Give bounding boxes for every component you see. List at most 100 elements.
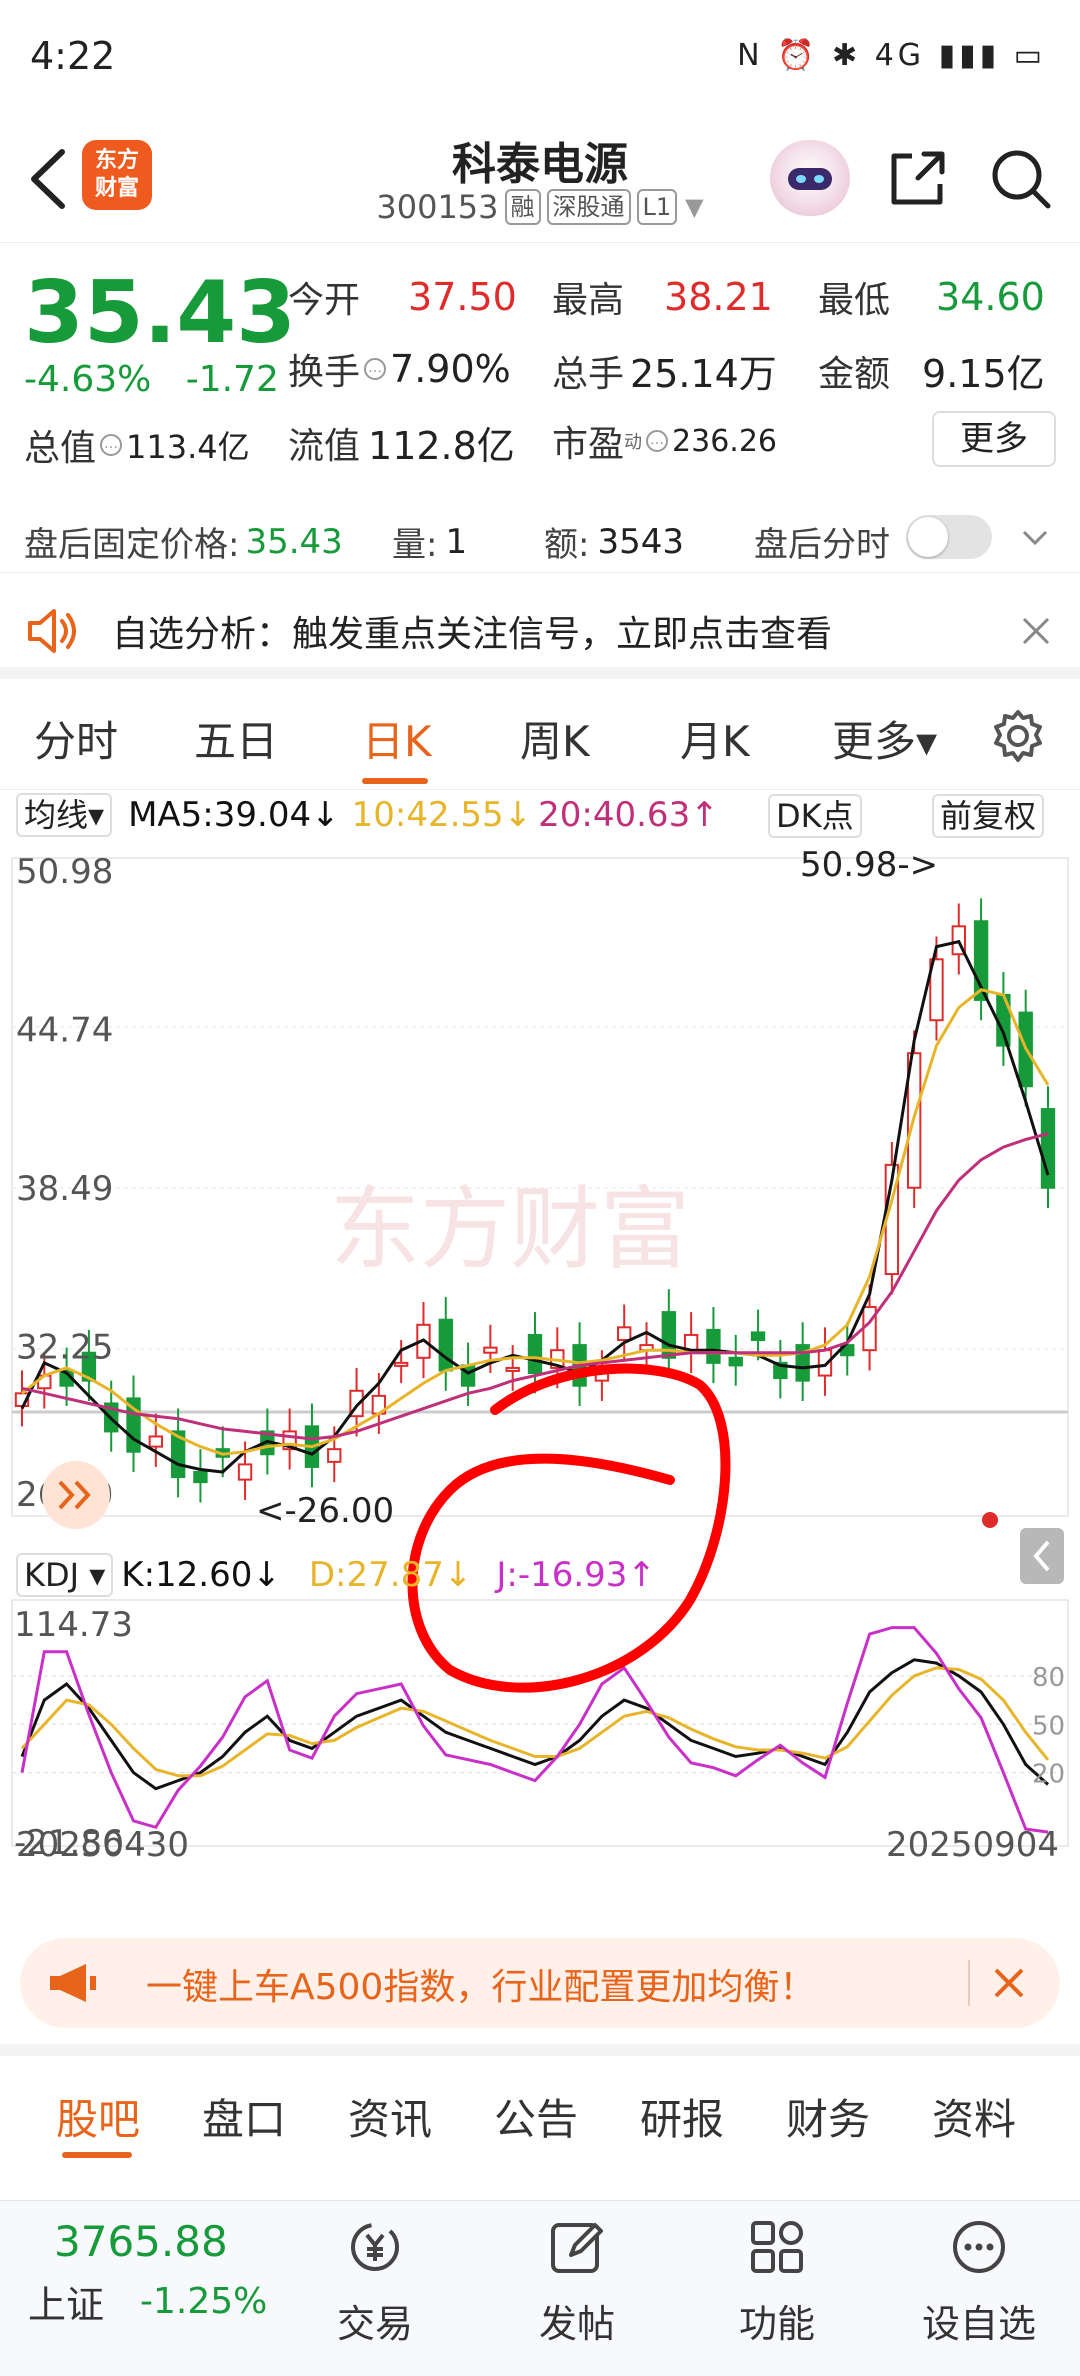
close-icon[interactable] <box>1018 613 1054 649</box>
kdj-j-line <box>20 1626 1049 1834</box>
more-stats-button[interactable]: 更多 <box>932 411 1056 467</box>
megaphone-icon <box>50 1964 96 2002</box>
tab-forum[interactable]: 股吧 <box>56 2086 140 2147</box>
divider <box>968 1960 970 2006</box>
volume-label: 总手 <box>552 353 625 395</box>
tab-weekly-k[interactable]: 周K <box>520 708 590 769</box>
open-label: 今开 <box>288 280 361 321</box>
high-value: 38.21 <box>664 275 773 319</box>
tab-monthly-k[interactable]: 月K <box>680 708 750 769</box>
max-price-label: 50.98-> <box>800 845 938 885</box>
stock-code: 300153 <box>376 188 499 226</box>
gear-icon[interactable] <box>990 708 1046 764</box>
tab-intraday[interactable]: 分时 <box>34 708 118 769</box>
price-axis-tick: 44.74 <box>16 1011 113 1051</box>
after-hours-amt-label: 额: <box>544 525 590 565</box>
pe-value: 236.26 <box>672 423 777 459</box>
share-icon[interactable] <box>882 144 952 214</box>
signal-banner[interactable]: 自选分析：触发重点关注信号，立即点击查看 <box>0 583 1080 679</box>
candle-body <box>527 1333 543 1375</box>
level-tag: L1 <box>636 189 678 225</box>
candle-body <box>617 1326 632 1342</box>
kdj-panel-border <box>11 1599 1069 1847</box>
tab-financials[interactable]: 财务 <box>786 2086 870 2147</box>
candle-body <box>327 1448 342 1463</box>
low-value: 34.60 <box>936 275 1045 319</box>
chart-tabs: 分时 五日 日K 周K 月K 更多▾ <box>0 690 1080 790</box>
adjust-button[interactable]: 前复权 <box>932 794 1045 838</box>
dk-points-button[interactable]: DK点 <box>768 794 862 838</box>
nav-trade[interactable]: 交易 <box>310 2215 440 2348</box>
tab-announcements[interactable]: 公告 <box>494 2086 578 2147</box>
high-stat: 最高 38.21 <box>552 271 773 323</box>
status-icons: N ⏰ ✱ 4G ▮▮▮ ▭ <box>737 38 1046 73</box>
k-line-chart[interactable]: 东方财富 50.9844.7438.4932.2526.0050.98-><-2… <box>0 840 1080 1860</box>
tab-daily-k[interactable]: 日K <box>362 708 432 769</box>
amount-stat: 金额 9.15亿 <box>818 343 1045 398</box>
ai-assistant-icon[interactable] <box>770 140 850 216</box>
ma-selector[interactable]: 均线▾ <box>16 793 113 837</box>
index-value: 3765.88 <box>54 2217 228 2266</box>
x-axis-start-label: 20250430 <box>16 1825 189 1860</box>
amount-label: 金额 <box>818 353 891 395</box>
after-hours-amt: 额: 3543 <box>544 517 684 566</box>
amount-value: 9.15亿 <box>922 352 1045 396</box>
search-icon[interactable] <box>986 144 1056 214</box>
nav-post[interactable]: 发帖 <box>512 2215 642 2348</box>
active-tab-indicator <box>362 778 428 784</box>
tab-order-book[interactable]: 盘口 <box>202 2086 286 2147</box>
candle-body <box>1040 1108 1056 1189</box>
promo-text: 一键上车A500指数，行业配置更加均衡！ <box>146 1967 816 2008</box>
annotation-circle <box>407 1363 731 1693</box>
close-icon[interactable] <box>990 1964 1028 2002</box>
index-ticker[interactable]: 3765.88 上证 -1.25% <box>28 2217 288 2329</box>
tab-news[interactable]: 资讯 <box>348 2086 432 2147</box>
candle-body <box>728 1356 743 1367</box>
more-dots-icon <box>953 2221 1005 2273</box>
high-label: 最高 <box>552 280 625 321</box>
candle-body <box>483 1346 498 1354</box>
grid-icon <box>751 2221 803 2273</box>
tab-research[interactable]: 研报 <box>640 2086 724 2147</box>
last-price: 35.43 <box>24 263 297 363</box>
x-axis-end-label: 20250904 <box>886 1825 1059 1860</box>
turnover-value: 7.90% <box>390 347 511 391</box>
quote-panel: 35.43 -4.63% -1.72 今开 37.50 最高 38.21 最低 … <box>0 243 1080 483</box>
index-name: 上证 <box>28 2283 105 2327</box>
nav-functions[interactable]: 功能 <box>712 2215 842 2348</box>
pe-label: 市盈 <box>552 424 625 465</box>
kdj-selector[interactable]: KDJ ▾ <box>16 1553 114 1597</box>
kdj-j-label: J:-16.93↑ <box>496 1555 656 1595</box>
pe-dynamic-sup: 动 <box>624 432 643 453</box>
tab-five-day[interactable]: 五日 <box>194 708 278 769</box>
candle-body <box>393 1361 409 1367</box>
low-stat: 最低 34.60 <box>818 271 1045 323</box>
chevron-down-icon[interactable] <box>1018 521 1052 555</box>
volume-value: 25.14万 <box>630 352 777 396</box>
nav-add-watchlist[interactable]: 设自选 <box>914 2215 1044 2348</box>
status-time: 4:22 <box>30 34 116 78</box>
kdj-level-tick: 20 <box>1032 1760 1065 1790</box>
speaker-icon <box>28 609 76 653</box>
float-cap-label: 流值 <box>288 425 361 467</box>
promo-banner[interactable]: 一键上车A500指数，行业配置更加均衡！ <box>20 1938 1060 2028</box>
tab-profile[interactable]: 资料 <box>932 2086 1016 2147</box>
price-axis-tick: 38.49 <box>16 1169 113 1209</box>
kdj-k-label: K:12.60↓ <box>121 1555 281 1595</box>
nav-post-label: 发帖 <box>538 2302 615 2346</box>
fast-forward-button[interactable] <box>42 1461 110 1529</box>
kdj-level-tick: 50 <box>1032 1711 1065 1741</box>
price-change: -4.63% -1.72 <box>24 359 279 400</box>
kdj-axis-tick: 114.73 <box>14 1605 133 1645</box>
total-cap-stat: 总值 … 113.4亿 <box>24 419 250 471</box>
ma20-label: 20:40.63↑ <box>538 795 719 835</box>
price-axis-tick: 32.25 <box>16 1328 113 1368</box>
info-icon[interactable]: … <box>646 430 669 452</box>
tab-more[interactable]: 更多▾ <box>832 708 937 769</box>
after-hours-qty: 量: 1 <box>392 517 467 566</box>
info-icon[interactable]: … <box>100 434 123 456</box>
chevron-down-icon: ▼ <box>685 193 704 221</box>
after-hours-toggle[interactable] <box>906 515 992 559</box>
pe-stat: 市盈 动 … 236.26 <box>552 415 777 467</box>
info-icon[interactable]: … <box>364 358 387 380</box>
